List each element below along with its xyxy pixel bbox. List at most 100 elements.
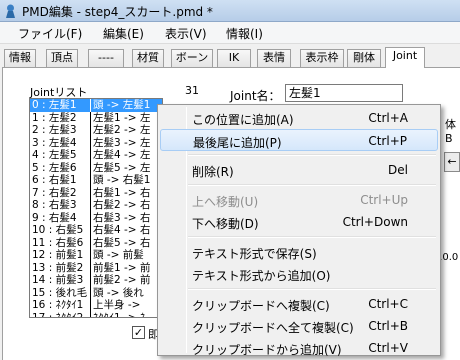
app-icon <box>6 4 15 18</box>
joint-bone-pair: 右髪5 -> 右 <box>90 236 162 249</box>
tab-rigidbody[interactable]: 剛体 <box>347 49 381 67</box>
joint-bone-pair: 前髪1 -> 前 <box>90 261 162 274</box>
tab-blank[interactable]: ---- <box>88 49 124 67</box>
joint-index-name: 10 : 右髪5 <box>32 224 84 236</box>
joint-list-row[interactable]: 2 : 左髪3 左髪2 -> 左 <box>30 124 162 137</box>
menu-separator <box>188 184 436 186</box>
joint-list-row[interactable]: 8 : 右髪3 右髪2 -> 右 <box>30 199 162 212</box>
joint-index-name: 15 : 後れ毛 <box>32 286 88 299</box>
joint-index-name: 3 : 左髪4 <box>32 136 77 149</box>
menu-item-label: テキスト形式で保存(S) <box>192 247 317 261</box>
joint-list-row[interactable]: 13 : 前髪2 前髪1 -> 前 <box>30 261 162 274</box>
joint-bone-pair: 右髪3 -> 右 <box>90 211 162 224</box>
tab-display-frame[interactable]: 表示枠 <box>300 49 344 67</box>
joint-list-row[interactable]: 16 : ﾈｸﾀｲ1 上半身 -> <box>30 299 162 312</box>
context-menu-item[interactable]: 削除(R) Del <box>160 159 438 181</box>
menu-item-shortcut: Ctrl+V <box>368 341 408 355</box>
joint-index-name: 12 : 前髪1 <box>32 249 84 261</box>
joint-bone-pair: 左髪1 -> 左 <box>90 111 162 124</box>
menu-info[interactable]: 情報(I) <box>226 25 263 42</box>
context-menu-item[interactable]: クリップボードから追加(V) Ctrl+V <box>160 337 438 359</box>
joint-bone-pair: 右髪2 -> 右 <box>90 199 162 212</box>
joint-list-row[interactable]: 3 : 左髪4 左髪3 -> 左 <box>30 136 162 149</box>
context-menu-item[interactable]: テキスト形式から追加(O) <box>160 263 438 285</box>
joint-list-row[interactable]: 9 : 右髪4 右髪3 -> 右 <box>30 211 162 224</box>
joint-bone-pair: 左髪2 -> 左 <box>90 124 162 137</box>
menu-item-shortcut: Ctrl+Down <box>342 215 408 229</box>
tab-material[interactable]: 材質 <box>132 49 164 67</box>
context-menu-item[interactable]: テキスト形式で保存(S) <box>160 241 438 263</box>
tab-bone[interactable]: ボーン <box>171 49 213 67</box>
joint-bone-pair: 頭 -> 右髪1 <box>90 174 162 187</box>
menu-item-shortcut: Ctrl+C <box>368 297 408 311</box>
tab-info[interactable]: 情報 <box>4 49 36 67</box>
joint-bone-pair: ﾈｸﾀｲ1 -> ﾈ <box>90 311 162 317</box>
context-menu-item[interactable]: クリップボードへ複製(C) Ctrl+C <box>160 293 438 315</box>
context-menu-item[interactable]: この位置に追加(A) Ctrl+A <box>160 107 438 129</box>
joint-index-name: 8 : 右髪3 <box>32 199 77 211</box>
joint-bone-pair: 右髪1 -> 右 <box>90 186 162 199</box>
joint-list-row[interactable]: 7 : 右髪2 右髪1 -> 右 <box>30 186 162 199</box>
joint-bone-pair: 左髪3 -> 左 <box>90 136 162 149</box>
joint-index-name: 16 : ﾈｸﾀｲ1 <box>32 299 84 311</box>
joint-index-name: 4 : 左髪5 <box>32 149 77 161</box>
context-menu-item[interactable]: クリップボードへ全て複製(C) Ctrl+B <box>160 315 438 337</box>
joint-listbox[interactable]: 0 : 左髪1 頭 -> 左髪1 1 : 左髪2 左髪1 -> 左 2 : 左髪3 左髪2… <box>29 98 163 318</box>
joint-list-row[interactable]: 15 : 後れ毛頭 -> 後れ <box>30 286 162 299</box>
joint-index-name: 9 : 右髪4 <box>32 211 77 224</box>
context-menu-item[interactable]: 下へ移動(D) Ctrl+Down <box>160 211 438 233</box>
joint-bone-pair: 頭 -> 左髪1 <box>90 99 162 112</box>
menu-edit[interactable]: 編集(E) <box>103 25 144 42</box>
menu-item-label: クリップボードから追加(V) <box>192 343 342 357</box>
rigidbody-label-fragment: 体B <box>445 118 456 145</box>
joint-list-row[interactable]: 14 : 前髪3 前髪2 -> 前 <box>30 274 162 287</box>
menu-item-shortcut: Del <box>388 163 408 177</box>
menu-item-label: クリップボードへ全て複製(C) <box>192 321 354 335</box>
joint-list-row[interactable]: 1 : 左髪2 左髪1 -> 左 <box>30 111 162 124</box>
context-menu-item[interactable]: 最後尾に追加(P) Ctrl+P <box>160 129 438 151</box>
menu-separator <box>188 288 436 290</box>
joint-bone-pair: 上半身 -> <box>90 299 162 312</box>
menu-file[interactable]: ファイル(F) <box>18 25 82 42</box>
joint-list-row[interactable]: 10 : 右髪5 右髪4 -> 右 <box>30 224 162 237</box>
context-menu-item: 上へ移動(U) Ctrl+Up <box>160 189 438 211</box>
menu-item-shortcut: Ctrl+B <box>368 319 408 333</box>
menu-item-shortcut: Ctrl+P <box>368 134 407 148</box>
menu-item-label: 最後尾に追加(P) <box>193 136 282 150</box>
window-title: PMD編集 - step4_スカート.pmd * <box>22 5 213 19</box>
app-window: PMD編集 - step4_スカート.pmd * ファイル(F) 編集(E) 表… <box>0 0 460 360</box>
context-menu: この位置に追加(A) Ctrl+A 最後尾に追加(P) Ctrl+P 削除(R) Del 上… <box>157 104 441 359</box>
joint-list-row[interactable]: 6 : 右髪1 頭 -> 右髪1 <box>30 174 162 187</box>
menu-separator <box>188 154 436 156</box>
joint-bone-pair: 前髪2 -> 前 <box>90 274 162 287</box>
joint-list-row[interactable]: 12 : 前髪1 頭 -> 前髪 <box>30 249 162 262</box>
joint-bone-pair: 右髪4 -> 右 <box>90 224 162 237</box>
joint-list-row[interactable]: 0 : 左髪1 頭 -> 左髪1 <box>30 99 162 112</box>
joint-count: 31 <box>185 84 199 97</box>
joint-index-name: 17 : ﾈｸﾀｲ2 <box>32 311 84 318</box>
instant-checkbox[interactable]: ✓ <box>132 326 145 339</box>
joint-bone-pair: 左髪5 -> 左 <box>90 161 162 174</box>
tab-ik[interactable]: IK <box>217 49 251 67</box>
joint-list-row[interactable]: 17 : ﾈｸﾀｲ2 ﾈｸﾀｲ1 -> ﾈ <box>30 311 162 318</box>
joint-name-input[interactable]: 左髪1 <box>285 84 403 102</box>
joint-bone-pair: 頭 -> 前髪 <box>90 249 162 262</box>
joint-index-name: 6 : 右髪1 <box>32 174 77 186</box>
tab-joint[interactable]: Joint <box>385 47 425 68</box>
tab-strip: 情報 頂点 ---- 材質 ボーン IK 表情 表示枠 剛体 Joint <box>0 46 460 68</box>
joint-list-row[interactable]: 5 : 左髪6 左髪5 -> 左 <box>30 161 162 174</box>
menu-view[interactable]: 表示(V) <box>165 25 207 42</box>
joint-bone-pair: 左髪4 -> 左 <box>90 149 162 162</box>
menu-item-shortcut: Ctrl+Up <box>360 193 408 207</box>
menu-item-label: 削除(R) <box>192 165 234 179</box>
menu-separator <box>188 236 436 238</box>
joint-index-name: 7 : 右髪2 <box>32 186 77 199</box>
joint-index-name: 13 : 前髪2 <box>32 261 84 274</box>
title-bar: PMD編集 - step4_スカート.pmd * <box>0 0 460 22</box>
tab-vertex[interactable]: 頂点 <box>46 49 78 67</box>
joint-list-row[interactable]: 11 : 右髪6 右髪5 -> 右 <box>30 236 162 249</box>
joint-name-label: Joint名： <box>230 89 281 103</box>
arrow-left-button[interactable]: ← <box>444 152 460 172</box>
joint-list-row[interactable]: 4 : 左髪5 左髪4 -> 左 <box>30 149 162 162</box>
tab-morph[interactable]: 表情 <box>257 49 291 67</box>
